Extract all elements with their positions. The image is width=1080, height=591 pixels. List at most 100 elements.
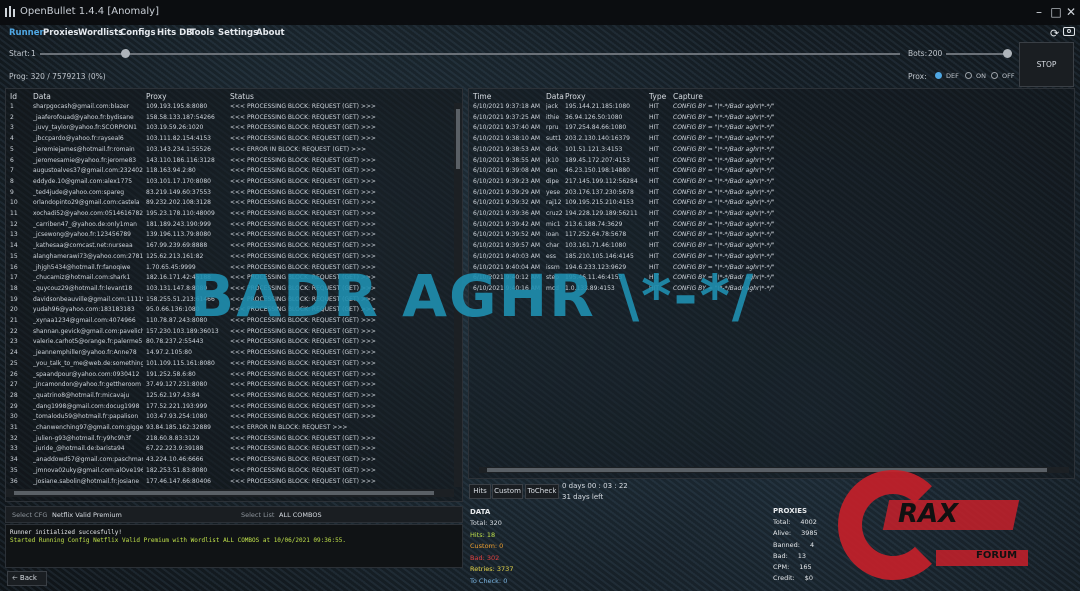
menu-runner[interactable]: Runner	[9, 28, 44, 38]
row-data: _chucamiz@hotmail.com:shark1	[33, 274, 131, 282]
table-row[interactable]: 35 _jmnova02uky@gmail.com:alOve1964 182.25…	[6, 467, 454, 477]
hit-row[interactable]: 6/10/2021 9:39:32 AM raj12 109.195.215.210…	[469, 199, 1069, 209]
hit-row[interactable]: 6/10/2021 9:37:40 AM rpru 197.254.84.66:10…	[469, 124, 1069, 134]
menu-settings[interactable]: Settings	[218, 28, 258, 38]
table-row[interactable]: 3 _juvy_taylor@yahoo.fr:SCORPION1 103.19.5…	[6, 124, 454, 134]
table-row[interactable]: 36 _josiane.sabolin@hotmail.fr:josiane 177…	[6, 478, 454, 488]
table-row[interactable]: 11 xochadi52@yahoo.com:0514616782 195.23.1…	[6, 210, 454, 220]
horizontal-scrollbar[interactable]	[6, 489, 454, 497]
select-list-button[interactable]: Select List	[241, 511, 274, 519]
hit-row[interactable]: 6/10/2021 9:39:52 AM ioan 117.252.64.78:56…	[469, 231, 1069, 241]
proxy-radio-off[interactable]	[991, 72, 998, 79]
hit-row[interactable]: 6/10/2021 9:39:57 AM char 103.161.71.46:10…	[469, 242, 1069, 252]
hit-capture: CONFIG BY = "\*-*/Badr aghr\*-*/"	[673, 188, 775, 196]
table-row[interactable]: 24 _jeannemphiller@yahoo.fr:Anne78 14.97.2…	[6, 349, 454, 359]
hit-row[interactable]: 6/10/2021 9:38:10 AM sutt1 203.2.130.140:1…	[469, 135, 1069, 145]
stop-button[interactable]: STOP	[1019, 42, 1074, 87]
hit-proxy: 195.144.21.185:1080	[565, 103, 631, 110]
col-hit-proxy[interactable]: Proxy	[565, 92, 586, 101]
table-row[interactable]: 30 _tomalodu59@hotmail.fr:papalison 103.47…	[6, 413, 454, 423]
row-id: 12	[10, 220, 18, 228]
table-row[interactable]: 23 valerie.carhot5@orange.fr:palerme5 80.7…	[6, 338, 454, 348]
row-data: shannan.gevick@gmail.com:pavelich	[33, 327, 143, 335]
stat-bad-label: Bad:	[470, 553, 485, 562]
tab-custom[interactable]: Custom	[492, 484, 523, 499]
refresh-icon[interactable]: ⟳	[1050, 27, 1059, 40]
table-row[interactable]: 34 _anaddowd57@gmail.com:paschmann 43.224.…	[6, 456, 454, 466]
hit-capture: CONFIG BY = "\*-*/Badr aghr\*-*/"	[673, 199, 775, 207]
col-id[interactable]: Id	[10, 92, 17, 101]
proxy-radio-on[interactable]	[965, 72, 972, 79]
hit-row[interactable]: 6/10/2021 9:39:08 AM dan 46.23.150.198:148…	[469, 167, 1069, 177]
menu-wordlists[interactable]: Wordlists	[78, 28, 123, 38]
table-row[interactable]: 14 _kathesaa@comcast.net:nurseaa 167.99.23…	[6, 242, 454, 252]
log-box: Runner initialized succesfully! Started …	[5, 524, 463, 568]
back-button[interactable]: 🡠 Back	[7, 571, 47, 586]
hit-time: 6/10/2021 9:39:36 AM	[473, 210, 540, 217]
camera-icon[interactable]	[1063, 27, 1075, 36]
minimize-button[interactable]: –	[1030, 3, 1048, 21]
table-row[interactable]: 27 _jncamondon@yahoo.fr:gettheroom 37.49.1…	[6, 381, 454, 391]
table-row[interactable]: 31 _chanwenching97@gmail.com:gigge 93.84.1…	[6, 424, 454, 434]
start-slider[interactable]	[40, 53, 900, 55]
proxy-stat-value: 4	[810, 540, 815, 549]
table-row[interactable]: 32 _julien-g93@hotmail.fr:y9hc9h3f 218.60.…	[6, 435, 454, 445]
proxy-radio-def[interactable]	[935, 72, 942, 79]
table-row[interactable]: 33 _juride_@hotmail.de:barista94 67.22.223…	[6, 445, 454, 455]
row-id: 10	[10, 199, 18, 207]
tab-hits[interactable]: Hits	[469, 484, 491, 499]
col-time[interactable]: Time	[473, 92, 491, 101]
table-row[interactable]: 12 _carriben47_@yahoo.de:only1man 181.189.…	[6, 221, 454, 231]
row-proxy: 103.111.82.154:4153	[146, 135, 212, 143]
table-row[interactable]: 5 _jeremiejames@hotmail.fr:romain 103.143.…	[6, 146, 454, 156]
table-row[interactable]: 7 augustoalves37@gmail.com:232402 118.163.…	[6, 167, 454, 177]
col-data[interactable]: Data	[33, 92, 51, 101]
proxy-stat-label: Bad:	[773, 551, 788, 560]
menu-configs[interactable]: Configs	[120, 28, 156, 38]
hit-row[interactable]: 6/10/2021 9:38:55 AM jk10 189.45.172.207:4…	[469, 157, 1069, 167]
bots-slider[interactable]	[946, 53, 1010, 55]
row-id: 18	[10, 284, 18, 292]
hit-data: mic1	[546, 220, 561, 228]
tab-tocheck[interactable]: ToCheck	[525, 484, 559, 499]
menu-tools[interactable]: Tools	[190, 28, 214, 38]
hit-row[interactable]: 6/10/2021 9:37:18 AM jack 195.144.21.185:1…	[469, 103, 1069, 113]
row-id: 6	[10, 156, 14, 164]
hit-row[interactable]: 6/10/2021 9:37:25 AM ithie 36.94.126.50:10…	[469, 114, 1069, 124]
close-button[interactable]: ✕	[1062, 3, 1080, 21]
hit-type: HIT	[649, 210, 659, 217]
proxy-stat-value: 13	[797, 551, 807, 560]
table-row[interactable]: 29 _dang1998@gmail.com:docug1998 177.52.22…	[6, 403, 454, 413]
table-row[interactable]: 25 _you_talk_to_me@web.de:something 101.10…	[6, 360, 454, 370]
menu-hits-db[interactable]: Hits DB	[157, 28, 193, 38]
hit-capture: CONFIG BY = "\*-*/Badr aghr\*-*/"	[673, 210, 775, 217]
bots-slider-handle[interactable]	[1003, 49, 1012, 58]
table-row[interactable]: 6 _jeromesamie@yahoo.fr:jerome83 143.110.1…	[6, 157, 454, 167]
col-capture[interactable]: Capture	[673, 92, 703, 101]
table-row[interactable]: 28 _quatrino8@hotmail.fr:micavaju 125.62.1…	[6, 392, 454, 402]
hit-row[interactable]: 6/10/2021 9:38:53 AM dick 101.51.121.3:415…	[469, 146, 1069, 156]
table-row[interactable]: 8 eddyde.10@gmail.com:alex1775 103.101.17.…	[6, 178, 454, 188]
table-row[interactable]: 10 orlandopinto29@gmail.com:castela 89.232…	[6, 199, 454, 209]
table-row[interactable]: 2 _jaaferofouad@yahoo.fr:bydisane 158.58.1…	[6, 114, 454, 124]
hit-row[interactable]: 6/10/2021 9:39:29 AM yese 203.176.137.230:…	[469, 189, 1069, 199]
table-row[interactable]: 13 _jcsewong@yahoo.fr:123456789 139.196.11…	[6, 231, 454, 241]
hit-row[interactable]: 6/10/2021 9:39:42 AM mic1 213.6.188.74:362…	[469, 221, 1069, 231]
row-status: <<< PROCESSING BLOCK: REQUEST (GET) >>>	[230, 466, 376, 474]
table-row[interactable]: 1 sharpgocash@gmail.com:blazer 109.193.195…	[6, 103, 454, 113]
start-label: Start:	[9, 49, 30, 58]
col-proxy[interactable]: Proxy	[146, 92, 167, 101]
col-type[interactable]: Type	[649, 92, 666, 101]
start-slider-handle[interactable]	[121, 49, 130, 58]
menu-proxies[interactable]: Proxies	[43, 28, 78, 38]
select-cfg-button[interactable]: Select CFG	[12, 511, 47, 519]
col-hit-data[interactable]: Data	[546, 92, 564, 101]
table-row[interactable]: 4 _jbccpardo@yahoo.fr:rayseal6 103.111.82.…	[6, 135, 454, 145]
table-row[interactable]: 26 _spaandpour@yahoo.com:0930412 191.252.5…	[6, 371, 454, 381]
col-status[interactable]: Status	[230, 92, 254, 101]
time-left: 31 days left	[562, 493, 604, 501]
menu-about[interactable]: About	[256, 28, 285, 38]
hit-row[interactable]: 6/10/2021 9:39:23 AM dipe 217.145.199.112:…	[469, 178, 1069, 188]
table-row[interactable]: 9 _ted4jude@yahoo.com:spareg 83.219.149.60…	[6, 189, 454, 199]
hit-row[interactable]: 6/10/2021 9:39:36 AM cruz2 194.228.129.189…	[469, 210, 1069, 220]
